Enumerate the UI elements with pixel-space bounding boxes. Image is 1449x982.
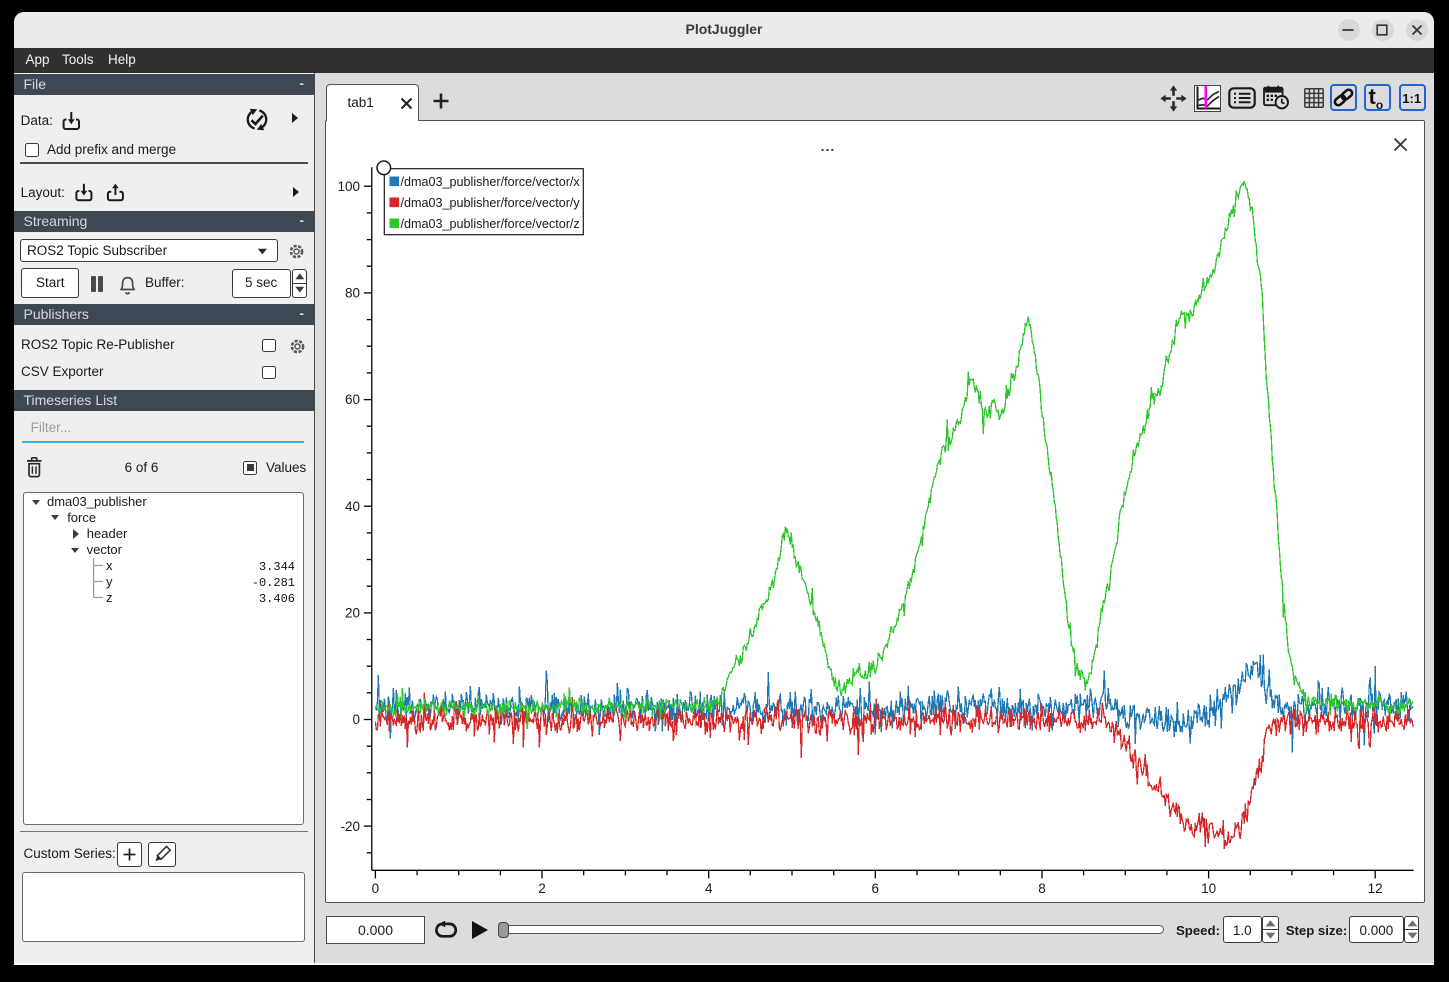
svg-text:4: 4 — [705, 881, 713, 896]
svg-text:100: 100 — [337, 179, 360, 194]
svg-text:8: 8 — [1038, 881, 1046, 896]
svg-text:40: 40 — [345, 499, 360, 514]
svg-text:6: 6 — [872, 881, 880, 896]
svg-text:80: 80 — [345, 286, 360, 301]
svg-text:-20: -20 — [340, 819, 360, 834]
svg-text:12: 12 — [1368, 881, 1383, 896]
svg-text:2: 2 — [538, 881, 546, 896]
svg-text:0: 0 — [372, 881, 380, 896]
svg-text:20: 20 — [345, 606, 360, 621]
svg-text:/dma03_publisher/force/vector/: /dma03_publisher/force/vector/z — [401, 217, 580, 231]
svg-text:10: 10 — [1201, 881, 1216, 896]
svg-text:60: 60 — [345, 392, 360, 407]
svg-text:/dma03_publisher/force/vector/: /dma03_publisher/force/vector/x — [401, 175, 581, 189]
svg-text:/dma03_publisher/force/vector/: /dma03_publisher/force/vector/y — [401, 196, 581, 210]
svg-text:0: 0 — [352, 712, 360, 727]
